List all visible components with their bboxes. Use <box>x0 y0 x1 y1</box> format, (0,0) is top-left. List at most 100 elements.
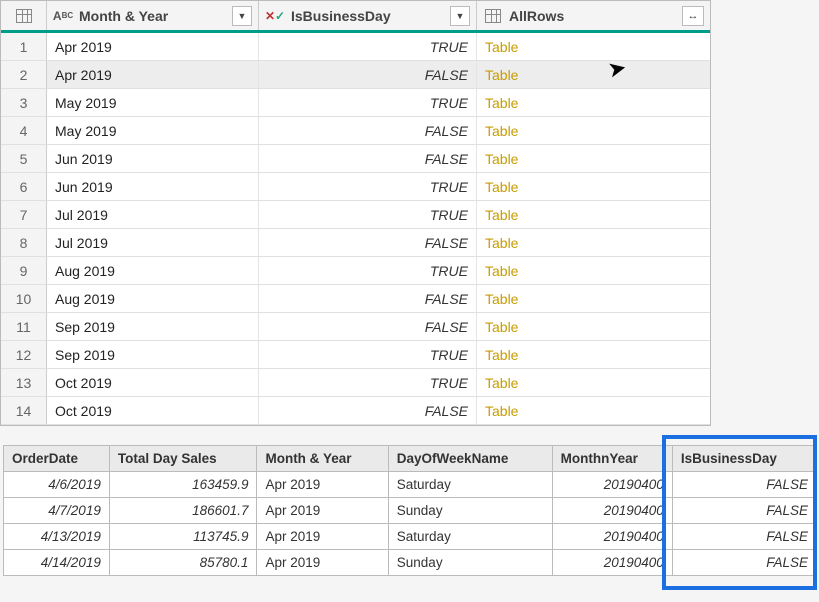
preview-cell[interactable]: 85780.1 <box>109 550 257 576</box>
row-number-cell[interactable]: 8 <box>1 229 47 256</box>
preview-column-header[interactable]: OrderDate <box>4 446 110 472</box>
preview-cell[interactable]: FALSE <box>672 472 816 498</box>
allrows-cell[interactable]: Table <box>477 369 710 396</box>
preview-cell[interactable]: 20190400 <box>552 524 672 550</box>
row-number-cell[interactable]: 2 <box>1 61 47 88</box>
allrows-cell[interactable]: Table <box>477 257 710 284</box>
row-number-cell[interactable]: 5 <box>1 145 47 172</box>
isbusinessday-cell[interactable]: FALSE <box>259 313 477 340</box>
row-number-cell[interactable]: 12 <box>1 341 47 368</box>
preview-cell[interactable]: Sunday <box>388 550 552 576</box>
row-number-cell[interactable]: 7 <box>1 201 47 228</box>
preview-cell[interactable]: Apr 2019 <box>257 498 388 524</box>
preview-column-header[interactable]: DayOfWeekName <box>388 446 552 472</box>
isbusinessday-cell[interactable]: TRUE <box>259 173 477 200</box>
preview-cell[interactable]: 20190400 <box>552 550 672 576</box>
table-row[interactable]: 3May 2019TRUETable <box>1 89 710 117</box>
preview-cell[interactable]: 4/14/2019 <box>4 550 110 576</box>
table-row[interactable]: 6Jun 2019TRUETable <box>1 173 710 201</box>
table-row[interactable]: 2Apr 2019FALSETable <box>1 61 710 89</box>
allrows-cell[interactable]: Table <box>477 341 710 368</box>
preview-cell[interactable]: Apr 2019 <box>257 524 388 550</box>
isbusinessday-cell[interactable]: FALSE <box>259 117 477 144</box>
table-row[interactable]: 9Aug 2019TRUETable <box>1 257 710 285</box>
preview-cell[interactable]: Sunday <box>388 498 552 524</box>
filter-dropdown-button[interactable]: ▼ <box>232 6 252 26</box>
row-number-cell[interactable]: 4 <box>1 117 47 144</box>
row-number-cell[interactable]: 1 <box>1 33 47 60</box>
month-year-cell[interactable]: Sep 2019 <box>47 341 259 368</box>
isbusinessday-cell[interactable]: FALSE <box>259 61 477 88</box>
month-year-cell[interactable]: May 2019 <box>47 117 259 144</box>
preview-cell[interactable]: 4/13/2019 <box>4 524 110 550</box>
isbusinessday-cell[interactable]: TRUE <box>259 369 477 396</box>
table-row[interactable]: 7Jul 2019TRUETable <box>1 201 710 229</box>
isbusinessday-cell[interactable]: TRUE <box>259 341 477 368</box>
preview-row[interactable]: 4/13/2019113745.9Apr 2019Saturday2019040… <box>4 524 817 550</box>
isbusinessday-cell[interactable]: FALSE <box>259 145 477 172</box>
month-year-cell[interactable]: May 2019 <box>47 89 259 116</box>
preview-cell[interactable]: FALSE <box>672 524 816 550</box>
month-year-cell[interactable]: Jun 2019 <box>47 145 259 172</box>
month-year-cell[interactable]: Sep 2019 <box>47 313 259 340</box>
isbusinessday-cell[interactable]: FALSE <box>259 229 477 256</box>
allrows-cell[interactable]: Table <box>477 33 710 60</box>
allrows-cell[interactable]: Table <box>477 285 710 312</box>
row-number-cell[interactable]: 14 <box>1 397 47 424</box>
allrows-cell[interactable]: Table <box>477 173 710 200</box>
month-year-cell[interactable]: Oct 2019 <box>47 369 259 396</box>
preview-cell[interactable]: 163459.9 <box>109 472 257 498</box>
preview-cell[interactable]: 4/7/2019 <box>4 498 110 524</box>
row-number-cell[interactable]: 6 <box>1 173 47 200</box>
row-selector-header[interactable] <box>1 1 47 30</box>
isbusinessday-cell[interactable]: TRUE <box>259 33 477 60</box>
preview-cell[interactable]: 4/6/2019 <box>4 472 110 498</box>
preview-row[interactable]: 4/14/201985780.1Apr 2019Sunday20190400FA… <box>4 550 817 576</box>
preview-row[interactable]: 4/7/2019186601.7Apr 2019Sunday20190400FA… <box>4 498 817 524</box>
table-row[interactable]: 12Sep 2019TRUETable <box>1 341 710 369</box>
row-number-cell[interactable]: 9 <box>1 257 47 284</box>
column-header-month-year[interactable]: ABC Month & Year ▼ <box>47 1 259 30</box>
month-year-cell[interactable]: Jul 2019 <box>47 201 259 228</box>
month-year-cell[interactable]: Apr 2019 <box>47 61 259 88</box>
column-header-isbusinessday[interactable]: ✕✓ IsBusinessDay ▼ <box>259 1 477 30</box>
preview-cell[interactable]: 20190400 <box>552 498 672 524</box>
preview-cell[interactable]: Apr 2019 <box>257 550 388 576</box>
preview-cell[interactable]: 186601.7 <box>109 498 257 524</box>
table-row[interactable]: 13Oct 2019TRUETable <box>1 369 710 397</box>
preview-cell[interactable]: Saturday <box>388 524 552 550</box>
preview-cell[interactable]: 20190400 <box>552 472 672 498</box>
allrows-cell[interactable]: Table <box>477 397 710 424</box>
table-row[interactable]: 14Oct 2019FALSETable <box>1 397 710 425</box>
row-number-cell[interactable]: 10 <box>1 285 47 312</box>
month-year-cell[interactable]: Jul 2019 <box>47 229 259 256</box>
preview-column-header[interactable]: IsBusinessDay <box>672 446 816 472</box>
preview-cell[interactable]: FALSE <box>672 550 816 576</box>
table-row[interactable]: 1Apr 2019TRUETable <box>1 33 710 61</box>
isbusinessday-cell[interactable]: FALSE <box>259 397 477 424</box>
row-number-cell[interactable]: 11 <box>1 313 47 340</box>
preview-cell[interactable]: FALSE <box>672 498 816 524</box>
allrows-cell[interactable]: Table <box>477 145 710 172</box>
table-row[interactable]: 5Jun 2019FALSETable <box>1 145 710 173</box>
preview-column-header[interactable]: Total Day Sales <box>109 446 257 472</box>
preview-cell[interactable]: Apr 2019 <box>257 472 388 498</box>
allrows-cell[interactable]: Table <box>477 117 710 144</box>
preview-cell[interactable]: 113745.9 <box>109 524 257 550</box>
preview-row[interactable]: 4/6/2019163459.9Apr 2019Saturday20190400… <box>4 472 817 498</box>
row-number-cell[interactable]: 3 <box>1 89 47 116</box>
allrows-cell[interactable]: Table <box>477 313 710 340</box>
expand-column-button[interactable]: ↔ <box>682 6 704 26</box>
row-number-cell[interactable]: 13 <box>1 369 47 396</box>
month-year-cell[interactable]: Jun 2019 <box>47 173 259 200</box>
table-row[interactable]: 11Sep 2019FALSETable <box>1 313 710 341</box>
month-year-cell[interactable]: Aug 2019 <box>47 285 259 312</box>
table-row[interactable]: 8Jul 2019FALSETable <box>1 229 710 257</box>
allrows-cell[interactable]: Table <box>477 89 710 116</box>
table-row[interactable]: 10Aug 2019FALSETable <box>1 285 710 313</box>
month-year-cell[interactable]: Aug 2019 <box>47 257 259 284</box>
allrows-cell[interactable]: Table <box>477 201 710 228</box>
month-year-cell[interactable]: Oct 2019 <box>47 397 259 424</box>
isbusinessday-cell[interactable]: TRUE <box>259 201 477 228</box>
preview-column-header[interactable]: Month & Year <box>257 446 388 472</box>
